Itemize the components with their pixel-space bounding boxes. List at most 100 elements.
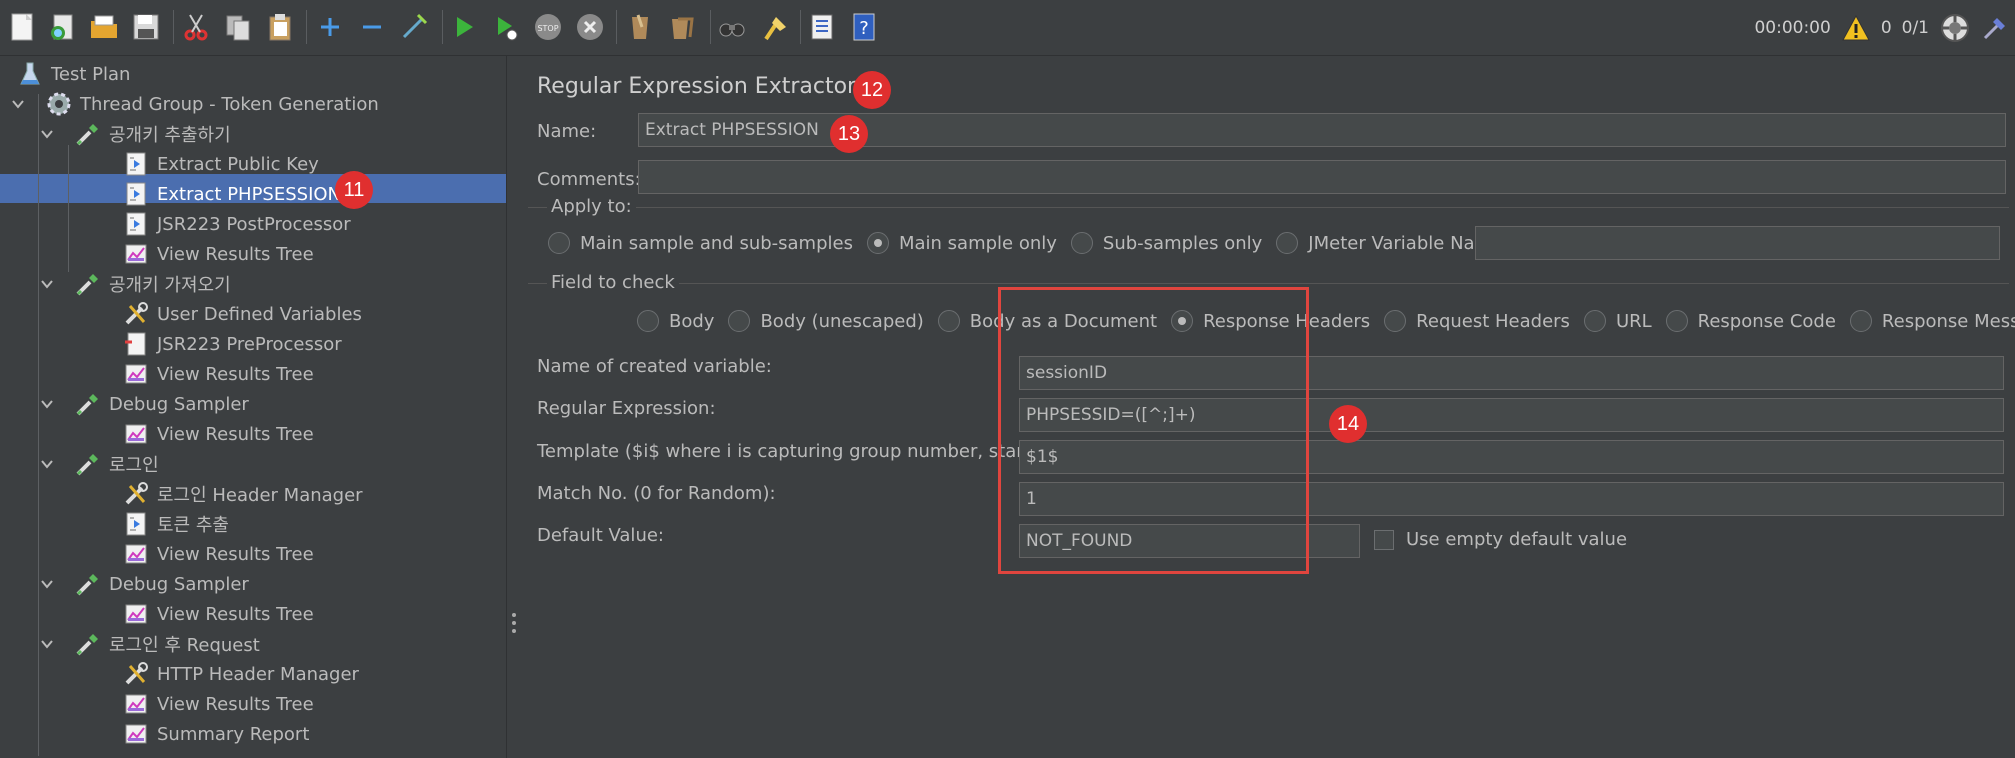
warning-count: 0 (1880, 18, 1892, 38)
chevron-down-icon[interactable] (38, 125, 56, 143)
new-icon[interactable] (4, 8, 40, 46)
tree-item-label: Extract PHPSESSION (157, 183, 342, 205)
tree-item[interactable]: 로그인 Header Manager (122, 479, 363, 509)
radio-button[interactable] (937, 310, 960, 332)
start-icon[interactable] (446, 8, 482, 46)
apply-to-option-label: Main sample and sub-samples (580, 232, 853, 254)
default-value-label: Default Value: (537, 525, 664, 546)
templates-icon[interactable] (44, 8, 80, 46)
radio-button[interactable] (1384, 310, 1407, 332)
shutdown-icon[interactable] (572, 8, 608, 46)
field-to-check-option-label: Response Code (1697, 310, 1836, 332)
tree-item[interactable]: Debug Sampler (41, 389, 249, 419)
clear-all-icon[interactable] (664, 8, 700, 46)
use-empty-default-checkbox-group[interactable]: Use empty default value (1374, 529, 1627, 550)
radio-button[interactable] (548, 232, 570, 254)
tree-item-label: JSR223 PostProcessor (157, 213, 351, 235)
field-to-check-option[interactable]: Body (637, 310, 714, 332)
tree-item[interactable]: Thread Group - Token Generation (12, 89, 379, 119)
gear-icon (45, 90, 73, 118)
chevron-down-icon[interactable] (38, 455, 56, 473)
function-helper-icon[interactable] (804, 8, 840, 46)
use-empty-default-checkbox[interactable] (1374, 529, 1394, 550)
tree-item[interactable]: Extract PHPSESSION (122, 179, 341, 209)
paste-icon[interactable] (262, 8, 298, 46)
clear-icon[interactable] (622, 8, 658, 46)
tree-item-label: Summary Report (157, 723, 310, 745)
tree-item[interactable]: HTTP Header Manager (122, 659, 359, 689)
apply-to-option[interactable]: Sub-samples only (1070, 232, 1262, 254)
apply-to-option[interactable]: Main sample and sub-samples (548, 232, 853, 254)
panel-title: Regular Expression Extractor (537, 74, 857, 99)
tree-item[interactable]: 토큰 추출 (122, 509, 229, 539)
radio-button[interactable] (1583, 310, 1606, 332)
field-to-check-option-label: URL (1615, 310, 1652, 332)
save-icon[interactable] (128, 8, 164, 46)
reset-search-icon[interactable] (756, 8, 792, 46)
log-viewer-icon[interactable] (1981, 14, 2009, 42)
expand-icon[interactable] (312, 8, 348, 46)
toggle-icon[interactable] (396, 8, 432, 46)
tree-item[interactable]: Summary Report (122, 719, 309, 749)
chevron-down-icon[interactable] (38, 395, 56, 413)
cut-icon[interactable] (178, 8, 214, 46)
tree-item-label: HTTP Header Manager (157, 663, 359, 685)
tree-item[interactable]: View Results Tree (122, 239, 314, 269)
copy-icon[interactable] (220, 8, 256, 46)
field-to-check-legend: Field to check (547, 272, 679, 293)
open-icon[interactable] (86, 8, 122, 46)
radio-button[interactable] (1849, 310, 1872, 332)
field-to-check-option[interactable]: Request Headers (1384, 310, 1570, 332)
jmeter-variable-field[interactable] (1475, 226, 2000, 260)
tree-item[interactable]: Extract Public Key (122, 149, 319, 179)
warning-icon[interactable] (1841, 14, 1871, 42)
apply-to-option[interactable]: Main sample only (866, 232, 1057, 254)
tree-item[interactable]: 공개키 추출하기 (41, 119, 231, 149)
tree-item[interactable]: JSR223 PreProcessor (122, 329, 342, 359)
start-no-pause-icon[interactable] (488, 8, 524, 46)
chevron-down-icon[interactable] (38, 635, 56, 653)
radio-button[interactable] (1665, 310, 1688, 332)
annotation-badge-11: 11 (335, 171, 373, 209)
chevron-down-icon[interactable] (38, 575, 56, 593)
search-icon[interactable] (714, 8, 750, 46)
field-to-check-option[interactable]: Body (unescaped) (728, 310, 924, 332)
radio-button[interactable] (866, 232, 889, 254)
chart-icon (122, 600, 150, 628)
test-plan-tree: Test Plan Thread Group - Token Generation… (0, 56, 506, 758)
comments-field[interactable] (638, 160, 2006, 194)
tree-item[interactable]: 로그인 후 Request (41, 629, 260, 659)
tree-item[interactable]: View Results Tree (122, 599, 314, 629)
field-to-check-option[interactable]: URL (1583, 310, 1652, 332)
chevron-down-icon[interactable] (38, 275, 56, 293)
tree-item[interactable]: View Results Tree (122, 689, 314, 719)
annotation-highlight-box (998, 287, 1309, 574)
field-to-check-option-label: Body (669, 310, 715, 332)
field-to-check-option[interactable]: Response Message (1849, 310, 2015, 332)
tree-item[interactable]: Test Plan (16, 59, 130, 89)
tree-item[interactable]: View Results Tree (122, 359, 314, 389)
stop-icon[interactable]: STOP (530, 8, 566, 46)
radio-button[interactable] (728, 310, 751, 332)
field-to-check-option-label: Request Headers (1416, 310, 1570, 332)
radio-button[interactable] (637, 310, 659, 332)
radio-button[interactable] (1276, 232, 1299, 254)
help-icon[interactable]: ? (846, 8, 882, 46)
tree-item[interactable]: View Results Tree (122, 419, 314, 449)
tree-item[interactable]: 로그인 (41, 449, 159, 479)
regex-extractor-panel: Regular Expression Extractor Name: Extra… (520, 56, 2015, 758)
split-pane-divider[interactable] (506, 56, 520, 758)
tree-item[interactable]: View Results Tree (122, 539, 314, 569)
tree-item[interactable]: Debug Sampler (41, 569, 249, 599)
collapse-icon[interactable] (354, 8, 390, 46)
field-to-check-option[interactable]: Response Code (1665, 310, 1836, 332)
tree-item[interactable]: 공개키 가져오기 (41, 269, 231, 299)
comments-label: Comments: (537, 169, 641, 190)
tree-item[interactable]: User Defined Variables (122, 299, 362, 329)
chevron-down-icon[interactable] (9, 95, 27, 113)
radio-button[interactable] (1070, 232, 1093, 254)
field-to-check-option-label: Body (unescaped) (760, 310, 924, 332)
tree-item-label: 토큰 추출 (157, 515, 229, 536)
tree-item[interactable]: JSR223 PostProcessor (122, 209, 351, 239)
chart-icon (122, 360, 150, 388)
